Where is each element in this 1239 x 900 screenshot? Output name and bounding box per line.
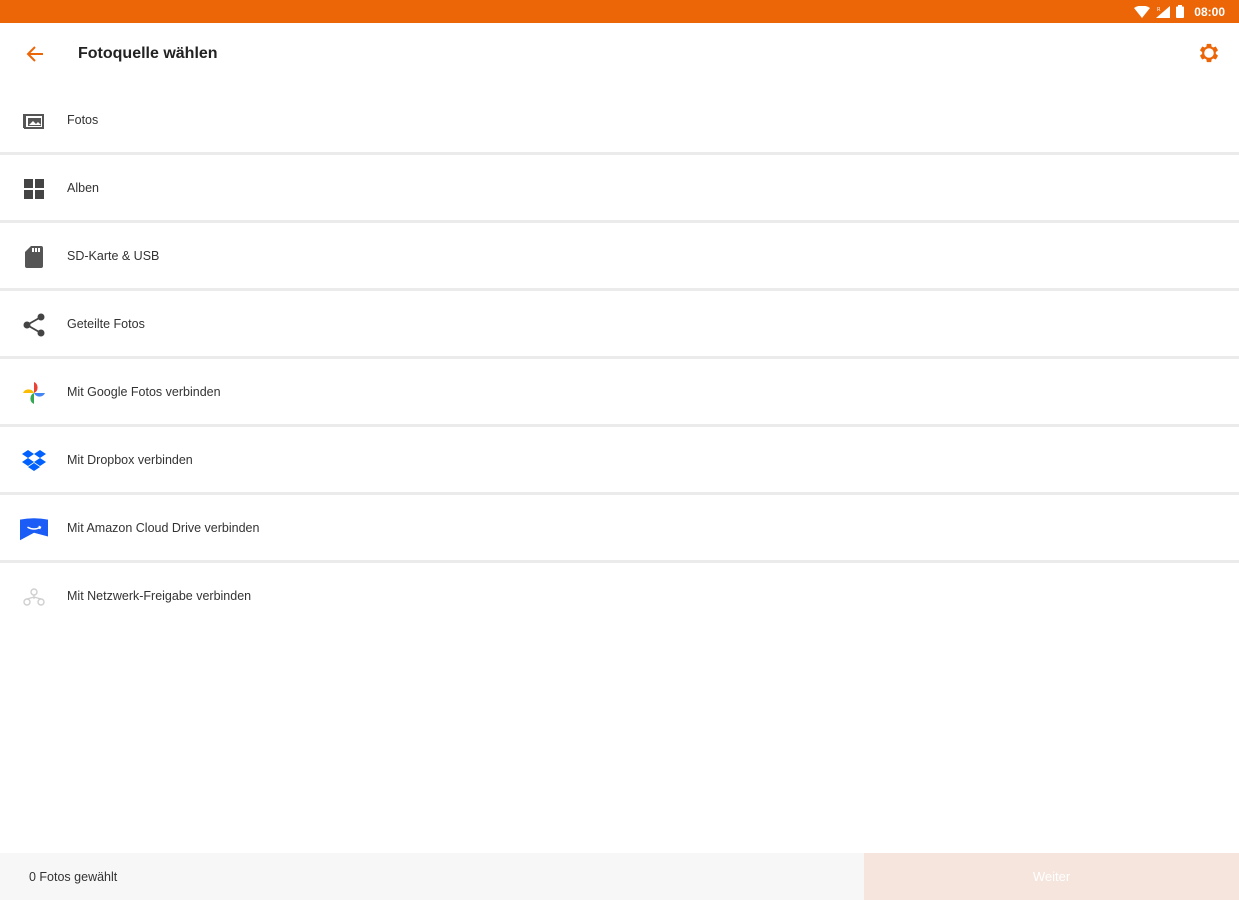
arrow-left-icon — [26, 45, 44, 67]
google-photos-icon — [20, 379, 48, 407]
gear-icon — [1198, 42, 1220, 69]
source-label: Mit Google Fotos verbinden — [67, 385, 221, 399]
source-label: Geteilte Fotos — [67, 317, 145, 331]
amazon-drive-icon — [20, 515, 48, 543]
source-item-google-photos[interactable]: Mit Google Fotos verbinden — [0, 359, 1239, 427]
network-share-icon — [20, 583, 48, 611]
settings-button[interactable] — [1195, 41, 1223, 69]
app-bar: Fotoquelle wählen — [0, 23, 1239, 87]
source-item-network-share[interactable]: Mit Netzwerk-Freigabe verbinden — [0, 563, 1239, 631]
source-item-sd-card[interactable]: SD-Karte & USB — [0, 223, 1239, 291]
photo-folder-icon — [20, 107, 48, 135]
battery-icon — [1176, 5, 1185, 18]
sd-card-icon — [20, 243, 48, 271]
next-button[interactable]: Weiter — [864, 853, 1239, 900]
dropbox-icon — [20, 447, 48, 475]
source-label: SD-Karte & USB — [67, 249, 160, 263]
svg-text:R: R — [1157, 7, 1161, 13]
source-list: Fotos Alben SD-Karte & USB Geteilte Foto… — [0, 87, 1239, 631]
source-item-amazon-drive[interactable]: Mit Amazon Cloud Drive verbinden — [0, 495, 1239, 563]
source-label: Alben — [67, 181, 99, 195]
page-title: Fotoquelle wählen — [78, 45, 218, 62]
source-label: Mit Amazon Cloud Drive verbinden — [67, 521, 260, 535]
source-label: Mit Dropbox verbinden — [67, 453, 193, 467]
grid-icon — [20, 175, 48, 203]
selected-count: 0 Fotos gewählt — [0, 853, 864, 900]
source-label: Fotos — [67, 113, 99, 127]
status-bar: R 08:00 — [0, 0, 1239, 23]
share-icon — [20, 311, 48, 339]
wifi-icon — [1134, 5, 1151, 18]
footer-bar: 0 Fotos gewählt Weiter — [0, 853, 1239, 900]
status-time: 08:00 — [1194, 4, 1225, 19]
source-item-alben[interactable]: Alben — [0, 155, 1239, 223]
source-label: Mit Netzwerk-Freigabe verbinden — [67, 589, 252, 603]
back-button[interactable] — [20, 43, 50, 69]
source-item-shared[interactable]: Geteilte Fotos — [0, 291, 1239, 359]
source-item-dropbox[interactable]: Mit Dropbox verbinden — [0, 427, 1239, 495]
source-item-fotos[interactable]: Fotos — [0, 87, 1239, 155]
signal-icon: R — [1156, 5, 1171, 18]
